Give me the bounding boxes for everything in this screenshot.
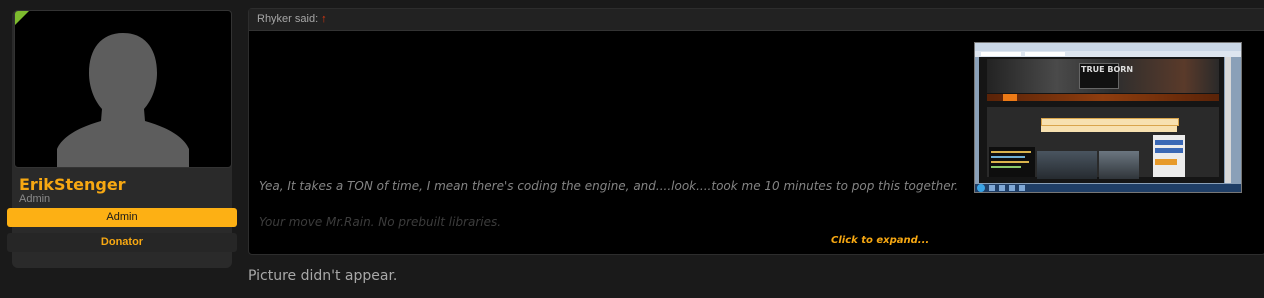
- site-login-button: [1155, 140, 1183, 145]
- site-nav-active-tab: [1003, 94, 1017, 101]
- site-logo-text: TRUE BORN: [1081, 65, 1134, 74]
- jump-to-post-icon[interactable]: ↑: [321, 13, 327, 25]
- site-register-button: [1155, 148, 1183, 153]
- start-button-icon: [977, 184, 985, 192]
- quote-text-faded: Your move Mr.Rain. No prebuilt libraries…: [259, 215, 502, 229]
- avatar-silhouette-icon: [57, 33, 189, 167]
- quote-attribution: Rhyker said: ↑: [257, 13, 327, 25]
- click-to-expand-link[interactable]: Click to expand...: [831, 235, 929, 246]
- site-content-image: [1037, 151, 1097, 179]
- site-text-line: [991, 156, 1025, 158]
- quote-container: Rhyker said: ↑ TRUE BORN Yea, It takes a…: [248, 8, 1264, 255]
- site-text-line: [991, 166, 1021, 168]
- quote-header: Rhyker said: ↑: [249, 9, 1264, 31]
- embedded-screenshot[interactable]: TRUE BORN: [974, 42, 1242, 193]
- admin-banner: Admin: [7, 208, 237, 227]
- browser-titlebar: [975, 43, 1241, 51]
- donator-banner: Donator: [7, 233, 237, 252]
- username-link[interactable]: ErikStenger: [19, 175, 126, 194]
- quote-author[interactable]: Rhyker said:: [257, 13, 318, 25]
- site-notice-secondary: [1041, 126, 1177, 132]
- taskbar-app-icon: [1019, 185, 1025, 191]
- reply-text: Picture didn't appear.: [248, 268, 398, 284]
- site-text-line: [991, 151, 1031, 153]
- online-indicator-icon: [15, 11, 29, 25]
- quote-text: Yea, It takes a TON of time, I mean ther…: [259, 179, 959, 193]
- site-donate-button: [1155, 159, 1177, 165]
- user-avatar[interactable]: [14, 10, 232, 168]
- taskbar-app-icon: [989, 185, 995, 191]
- taskbar-app-icon: [999, 185, 1005, 191]
- site-nav-bar: [987, 94, 1219, 101]
- site-content-image: [1099, 151, 1139, 179]
- user-title: Admin: [19, 193, 51, 205]
- site-notice: [1041, 118, 1179, 126]
- taskbar-app-icon: [1009, 185, 1015, 191]
- site-text-line: [991, 161, 1029, 163]
- browser-scrollbar: [1225, 57, 1231, 183]
